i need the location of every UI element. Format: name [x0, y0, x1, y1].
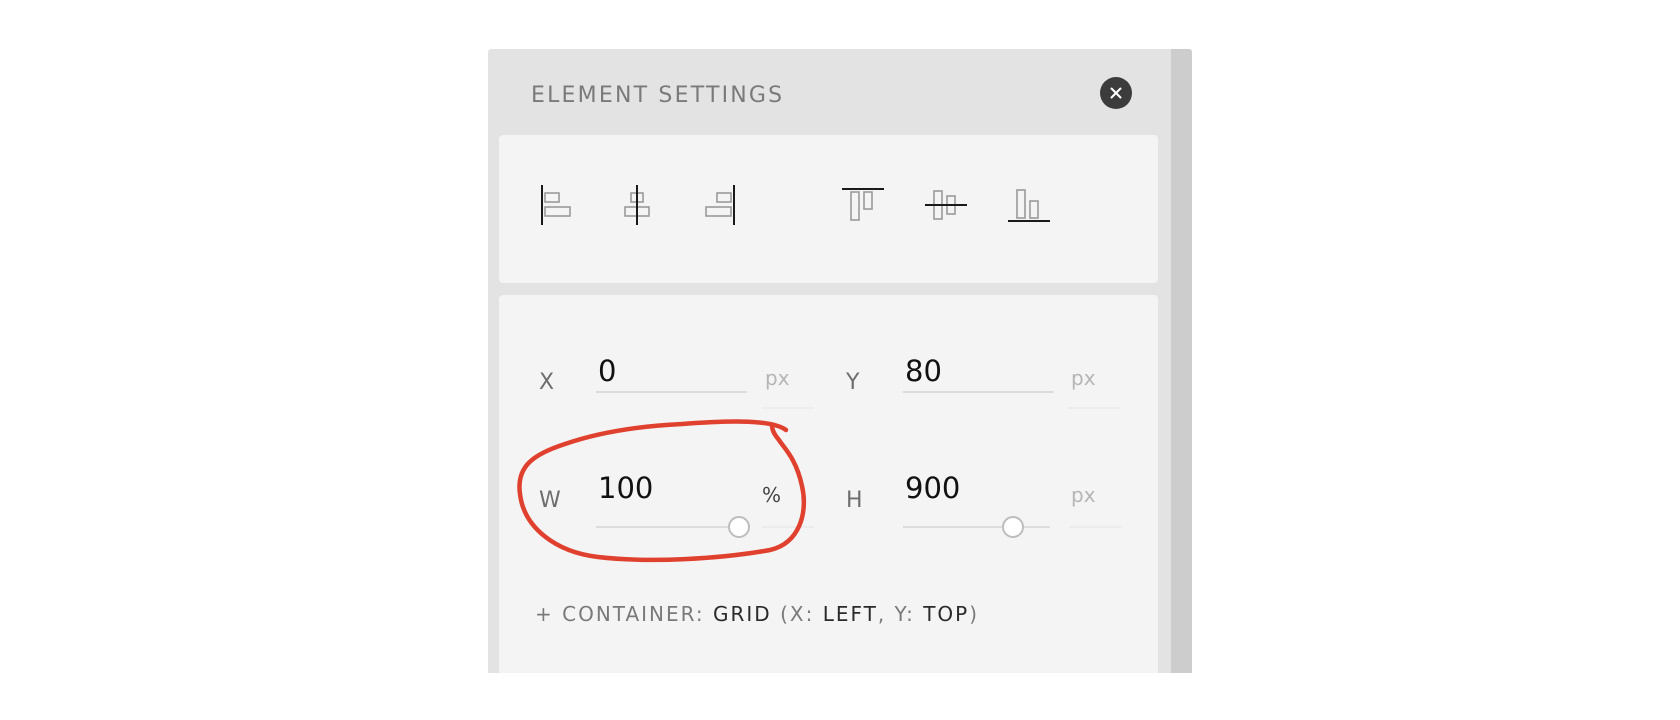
x-input[interactable]	[596, 351, 747, 393]
container-x-value: LEFT	[822, 602, 878, 626]
container-open-paren: (X:	[780, 602, 815, 626]
align-top-icon	[842, 188, 884, 221]
h-slider-track[interactable]	[903, 526, 1050, 528]
align-center-horizontal-button[interactable]	[611, 175, 663, 235]
align-bottom-icon	[1008, 189, 1050, 222]
w-unit-underline	[762, 526, 814, 528]
w-slider-track[interactable]	[596, 526, 743, 528]
panel-title: ELEMENT SETTINGS	[531, 83, 785, 108]
container-settings-link[interactable]: + CONTAINER: GRID (X: LEFT, Y: TOP)	[535, 602, 979, 626]
close-icon	[1110, 87, 1122, 99]
y-unit[interactable]: px	[1071, 365, 1096, 391]
h-unit-underline	[1069, 526, 1121, 528]
x-unit[interactable]: px	[765, 365, 790, 391]
element-settings-panel: ELEMENT SETTINGS X 0 px Y 80 px W 100 % …	[488, 49, 1192, 673]
h-slider-thumb[interactable]	[1002, 516, 1025, 538]
h-input[interactable]	[903, 468, 1054, 508]
x-unit-underline	[762, 407, 814, 409]
container-close-paren: )	[969, 602, 980, 626]
align-middle-vertical-button[interactable]	[920, 175, 972, 235]
align-left-button[interactable]	[530, 175, 582, 235]
align-right-button[interactable]	[694, 175, 746, 235]
scrollbar[interactable]	[1171, 49, 1192, 673]
w-unit[interactable]: %	[762, 482, 781, 508]
y-unit-underline	[1069, 407, 1121, 409]
y-label: Y	[846, 370, 860, 395]
alignment-card	[499, 135, 1158, 283]
h-label: H	[846, 488, 863, 513]
align-top-button[interactable]	[837, 175, 889, 235]
stage: ELEMENT SETTINGS X 0 px Y 80 px W 100 % …	[0, 0, 1680, 720]
align-center-horizontal-icon	[624, 185, 650, 225]
h-unit[interactable]: px	[1071, 482, 1096, 508]
container-type: GRID	[713, 602, 772, 626]
container-comma: , Y:	[877, 602, 915, 626]
w-label: W	[539, 488, 561, 513]
container-y-value: TOP	[923, 602, 970, 626]
w-slider-thumb[interactable]	[727, 516, 750, 538]
w-input[interactable]	[596, 468, 747, 508]
y-input[interactable]	[903, 351, 1054, 393]
x-label: X	[539, 370, 555, 395]
geometry-card: X px Y px W % H px + CONTAINER:	[499, 295, 1158, 673]
align-middle-vertical-icon	[925, 190, 967, 220]
align-bottom-button[interactable]	[1003, 175, 1055, 235]
close-button[interactable]	[1100, 77, 1132, 109]
align-right-icon	[705, 185, 735, 225]
align-left-icon	[541, 185, 571, 225]
container-prefix: + CONTAINER:	[535, 602, 705, 626]
